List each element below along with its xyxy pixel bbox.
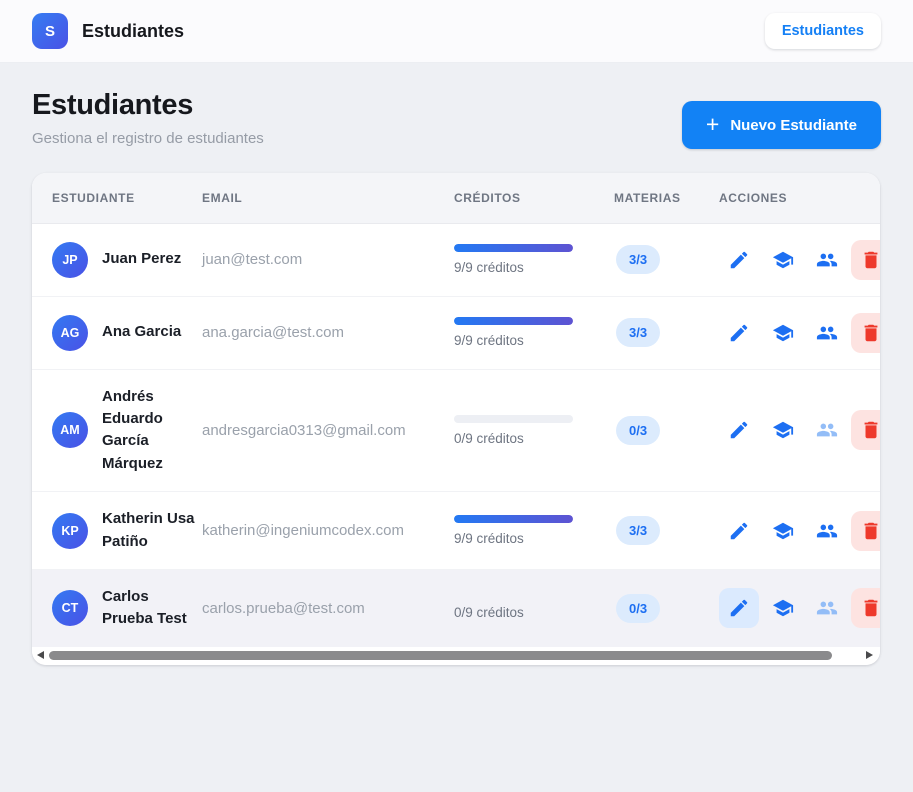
delete-button[interactable] (851, 510, 880, 551)
students-table: ESTUDIANTE EMAIL CRÉDITOS MATERIAS ACCIO… (32, 173, 880, 647)
materias-badge: 0/3 (616, 593, 661, 623)
avatar: JP (52, 241, 88, 278)
edit-button[interactable] (719, 313, 759, 353)
people-icon (816, 601, 838, 615)
group-button[interactable] (807, 511, 847, 551)
materias-badge: 3/3 (616, 516, 661, 546)
people-icon (816, 524, 838, 537)
edit-button[interactable] (719, 588, 759, 629)
page-subtitle: Gestiona el registro de estudiantes (32, 130, 264, 147)
edit-button[interactable] (719, 511, 759, 551)
credits-progress (454, 244, 573, 252)
student-email: carlos.prueba@test.com (202, 568, 454, 647)
credits-progress (454, 317, 573, 325)
table-row: KP Katherin Usa Patiño katherin@ingenium… (32, 491, 880, 570)
table-row: AM Andrés Eduardo García Márquez andresg… (32, 368, 880, 492)
trash-icon (864, 324, 878, 341)
credits-progress (454, 414, 573, 423)
group-button[interactable] (807, 240, 847, 280)
avatar: CT (52, 590, 88, 627)
app-logo: S (32, 13, 68, 49)
pencil-icon (730, 251, 748, 268)
delete-button[interactable] (851, 239, 880, 280)
table-row: JP Juan Perez juan@test.com 9/9 créditos… (32, 223, 880, 296)
column-header-materias: MATERIAS (614, 173, 719, 224)
trash-icon (864, 522, 878, 539)
students-table-card: ESTUDIANTE EMAIL CRÉDITOS MATERIAS ACCIO… (32, 173, 880, 665)
delete-button[interactable] (851, 312, 880, 353)
pencil-icon (730, 324, 748, 341)
scrollbar-thumb[interactable] (49, 650, 832, 660)
edit-button[interactable] (719, 410, 759, 450)
plus-icon: + (705, 110, 720, 137)
top-bar: S Estudiantes Estudiantes (0, 0, 913, 63)
student-name: Juan Perez (102, 250, 182, 268)
column-header-acciones: ACCIONES (719, 173, 880, 224)
materias-badge: 3/3 (616, 318, 661, 347)
avatar: AM (52, 412, 88, 449)
credits-progress (454, 515, 573, 524)
horizontal-scrollbar[interactable] (32, 646, 880, 665)
trash-icon (864, 600, 878, 617)
subjects-button[interactable] (763, 240, 803, 280)
app-title: Estudiantes (82, 20, 185, 41)
new-student-button[interactable]: + Nuevo Estudiante (681, 101, 881, 149)
credits-label: 0/9 créditos (454, 430, 524, 446)
delete-button[interactable] (851, 588, 880, 629)
subjects-button[interactable] (763, 313, 803, 353)
credits-label: 9/9 créditos (454, 531, 524, 547)
avatar: KP (52, 512, 88, 549)
credits-label: 0/9 créditos (454, 604, 524, 620)
student-name: Andrés Eduardo García Márquez (102, 387, 163, 472)
people-icon (816, 326, 838, 339)
credits-label: 9/9 créditos (454, 333, 524, 348)
avatar: AG (52, 314, 88, 351)
pencil-icon (730, 422, 748, 439)
column-header-creditos: CRÉDITOS (454, 173, 614, 224)
student-name: Katherin Usa Patiño (102, 510, 195, 550)
table-row: CT Carlos Prueba Test carlos.prueba@test… (32, 568, 880, 647)
trash-icon (864, 251, 878, 268)
table-row: AG Ana Garcia ana.garcia@test.com 9/9 cr… (32, 295, 880, 369)
people-icon (816, 423, 838, 437)
student-email: katherin@ingeniumcodex.com (202, 491, 454, 570)
page-title: Estudiantes (32, 89, 194, 121)
graduation-cap-icon (772, 251, 794, 268)
student-name: Carlos Prueba Test (102, 587, 187, 628)
pencil-icon (730, 600, 748, 617)
edit-button[interactable] (719, 240, 759, 280)
people-icon (816, 253, 838, 266)
table-header-row: ESTUDIANTE EMAIL CRÉDITOS MATERIAS ACCIO… (32, 173, 880, 224)
group-button[interactable] (807, 410, 847, 450)
graduation-cap-icon (772, 324, 794, 341)
group-button[interactable] (807, 588, 847, 628)
column-header-estudiante: ESTUDIANTE (32, 173, 202, 224)
trash-icon (864, 422, 878, 439)
student-email: juan@test.com (202, 251, 303, 268)
nav-estudiantes-button[interactable]: Estudiantes (764, 13, 881, 49)
student-email: ana.garcia@test.com (202, 295, 454, 369)
graduation-cap-icon (772, 422, 794, 439)
delete-button[interactable] (851, 410, 880, 451)
materias-badge: 0/3 (616, 415, 661, 445)
student-name: Ana Garcia (102, 323, 182, 341)
new-student-label: Nuevo Estudiante (730, 116, 857, 134)
column-header-email: EMAIL (202, 173, 454, 224)
scroll-left-arrow-icon[interactable] (37, 650, 44, 659)
student-email: andresgarcia0313@gmail.com (202, 368, 454, 492)
subjects-button[interactable] (763, 410, 803, 450)
subjects-button[interactable] (763, 511, 803, 551)
subjects-button[interactable] (763, 588, 803, 628)
pencil-icon (730, 522, 748, 539)
credits-label: 9/9 créditos (454, 260, 524, 275)
scroll-right-arrow-icon[interactable] (866, 650, 873, 659)
main-content: Estudiantes Gestiona el registro de estu… (0, 63, 913, 665)
graduation-cap-icon (772, 600, 794, 617)
materias-badge: 3/3 (616, 245, 661, 274)
graduation-cap-icon (772, 522, 794, 539)
group-button[interactable] (807, 313, 847, 353)
